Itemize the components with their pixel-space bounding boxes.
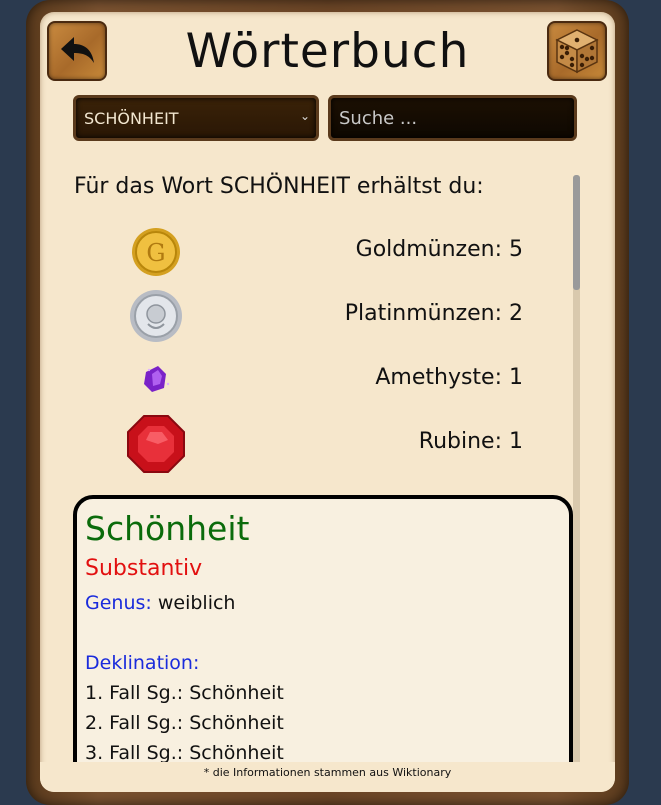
dice-button[interactable]	[547, 21, 607, 81]
declension-case: 1. Fall Sg.: Schönheit	[85, 682, 284, 704]
word-select[interactable]: SCHÖNHEIT ⌄	[73, 95, 319, 141]
chevron-down-icon: ⌄	[299, 109, 310, 123]
dice-icon	[555, 29, 599, 74]
wood-frame: Wörterbuch SCHÖNHEIT ⌄ Für das W	[26, 0, 629, 805]
genus-label: Genus:	[85, 592, 152, 614]
gold-coin-icon: G	[132, 228, 180, 276]
svg-text:G: G	[146, 239, 165, 267]
reward-label: Goldmünzen: 5	[355, 237, 523, 262]
platinum-coin-icon	[130, 290, 182, 342]
genus-value: weiblich	[157, 592, 236, 614]
footnote: * die Informationen stammen aus Wiktiona…	[40, 762, 615, 792]
reward-label: Amethyste: 1	[375, 365, 523, 390]
reward-row-gold: G Goldmünzen: 5	[40, 220, 615, 284]
reward-intro: Für das Wort SCHÖNHEIT erhältst du:	[74, 174, 484, 199]
entry-word: Schönheit	[85, 509, 250, 548]
reward-label: Platinmünzen: 2	[344, 301, 523, 326]
amethyst-icon	[144, 366, 170, 392]
reward-label: Rubine: 1	[418, 429, 523, 454]
reward-row-ruby: Rubine: 1	[40, 412, 615, 476]
search-input[interactable]	[331, 98, 574, 138]
declension-case: 3. Fall Sg.: Schönheit	[85, 742, 284, 764]
dictionary-panel: Wörterbuch SCHÖNHEIT ⌄ Für das W	[40, 12, 615, 792]
reward-row-platinum: Platinmünzen: 2	[40, 284, 615, 348]
declension-case: 2. Fall Sg.: Schönheit	[85, 712, 284, 734]
entry-genus: Genus: weiblich	[85, 592, 235, 614]
dictionary-entry-card: Schönheit Substantiv Genus: weiblich Dek…	[73, 495, 573, 792]
scrollbar-thumb[interactable]	[573, 175, 580, 290]
ruby-icon	[127, 415, 185, 473]
search-field[interactable]	[328, 95, 577, 141]
word-select-value: SCHÖNHEIT	[84, 108, 179, 128]
page-title: Wörterbuch	[185, 24, 470, 79]
entry-part-of-speech: Substantiv	[85, 556, 203, 581]
declension-label: Deklination:	[85, 652, 200, 674]
reward-row-amethyst: Amethyste: 1	[40, 348, 615, 412]
